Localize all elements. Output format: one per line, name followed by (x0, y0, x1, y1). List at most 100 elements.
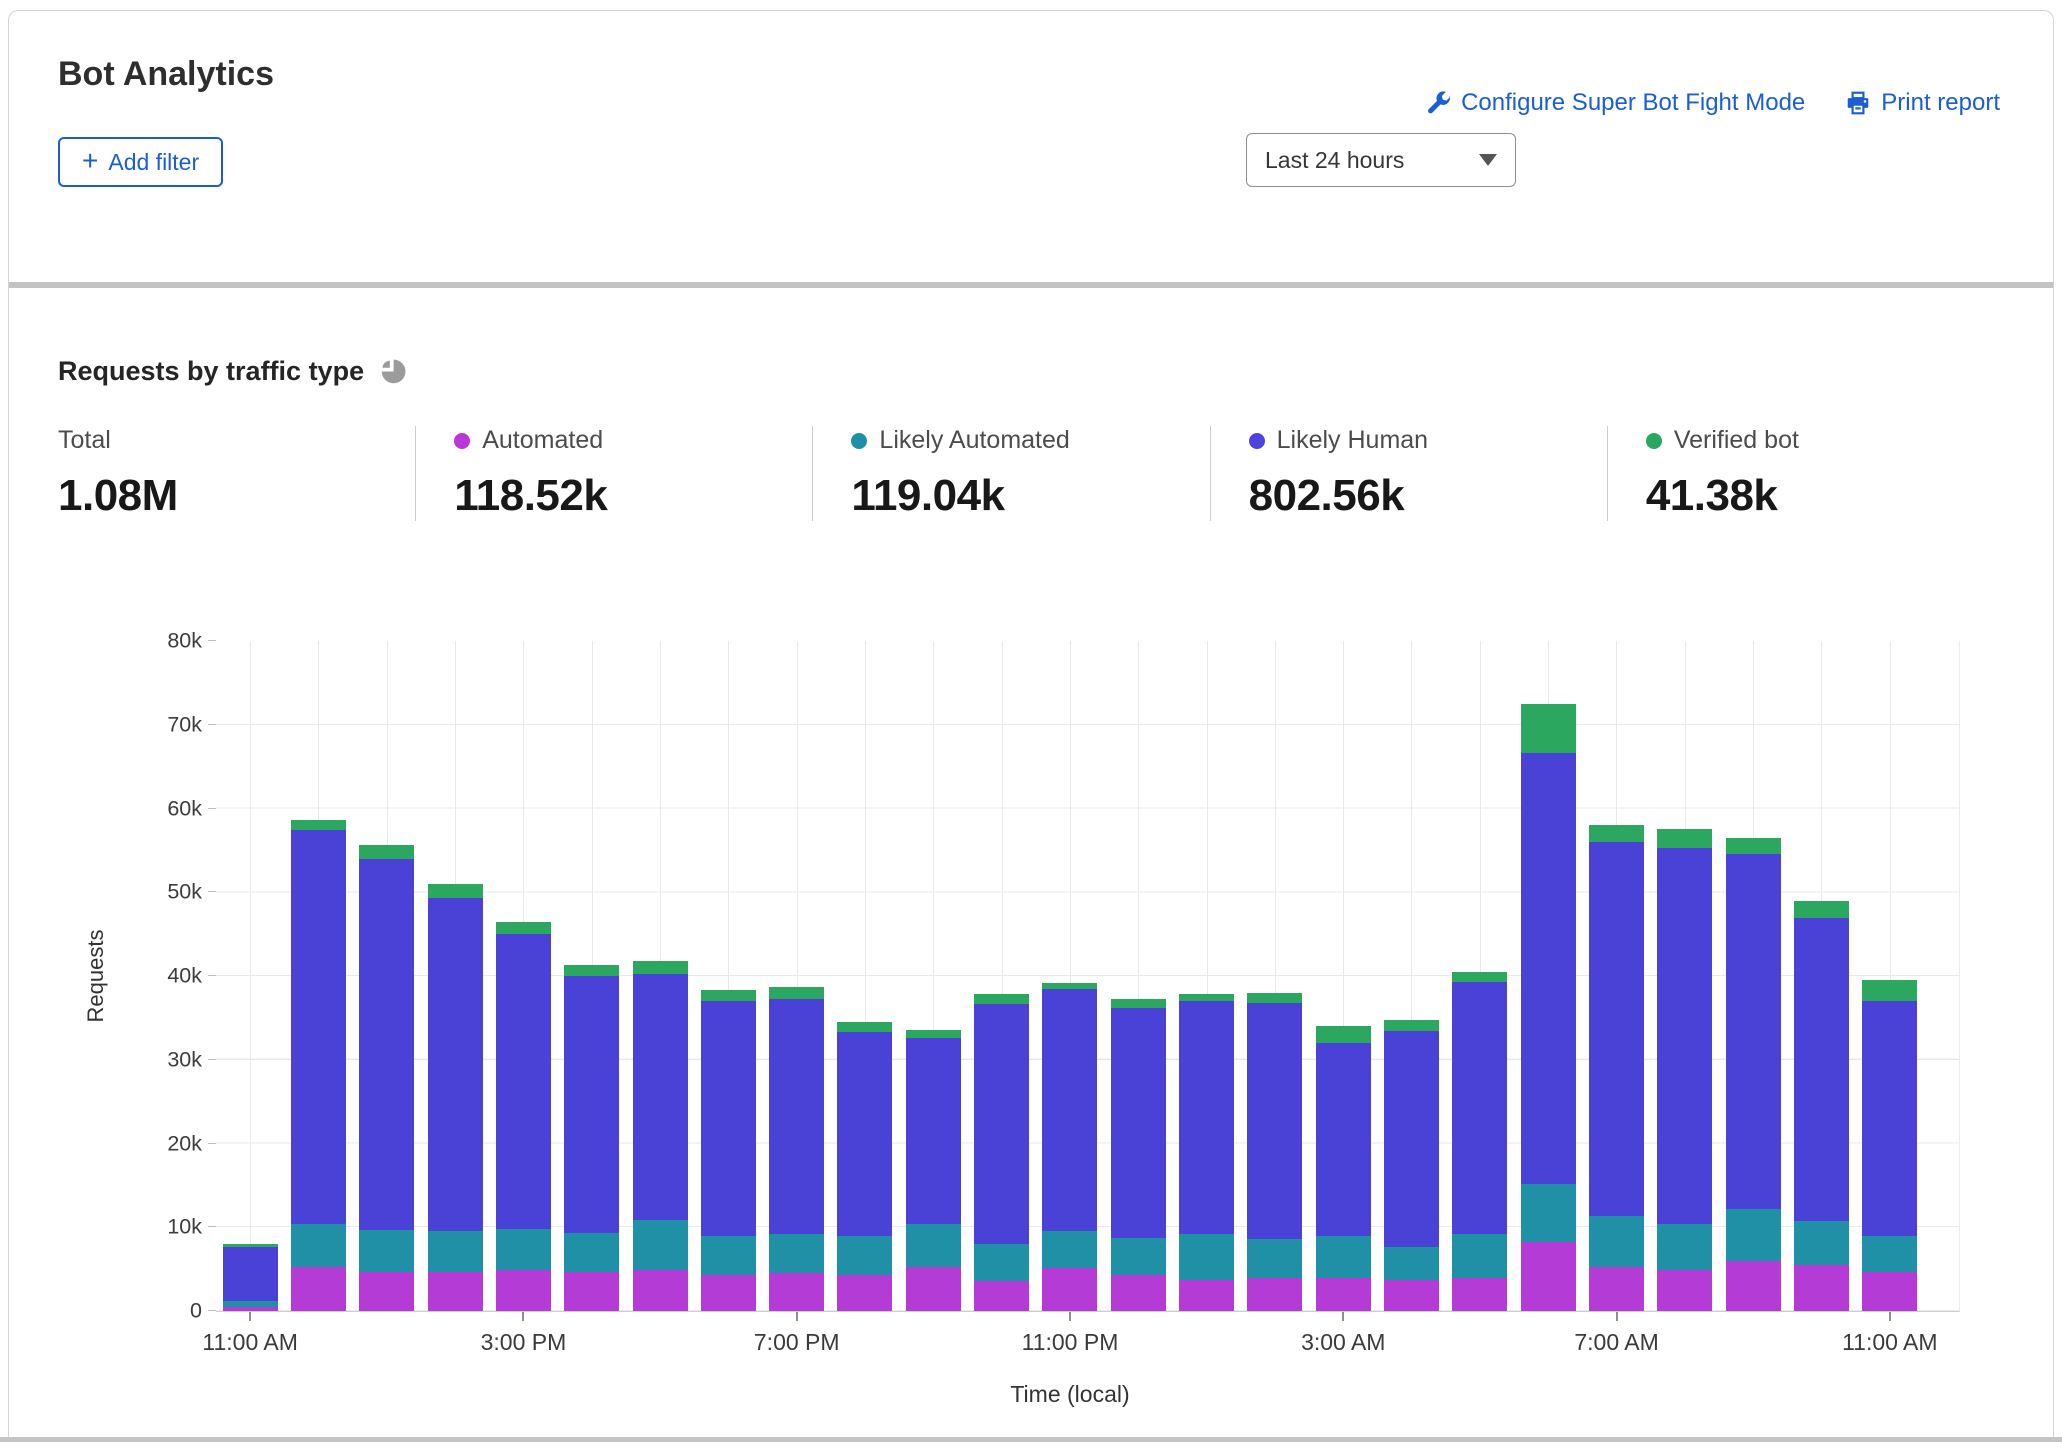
bar-slot (421, 641, 489, 1311)
bar-segment (564, 965, 619, 976)
requests-by-traffic-type-chart: Requests 010k20k30k40k50k60k70k80k 11:00… (216, 641, 1959, 1311)
stacked-bar (1316, 641, 1371, 1311)
stacked-bar (1452, 641, 1507, 1311)
bar-segment (1384, 1020, 1439, 1031)
stacked-bar (974, 641, 1029, 1311)
bar-segment (974, 1244, 1029, 1281)
x-axis: 11:00 AM3:00 PM7:00 PM11:00 PM3:00 AM7:0… (216, 1311, 1924, 1391)
bar-slot (1719, 641, 1787, 1311)
bar-segment (1657, 1224, 1712, 1270)
y-tick-label: 40k (167, 964, 202, 989)
y-axis-title: Requests (83, 930, 109, 1023)
bar-segment (1521, 753, 1576, 1183)
bar-slot (967, 641, 1035, 1311)
bar-segment (1111, 1008, 1166, 1238)
bar-slot (353, 641, 421, 1311)
bar-segment (769, 1273, 824, 1311)
bar-segment (291, 1267, 346, 1311)
section-title: Requests by traffic type (58, 356, 364, 387)
bar-segment (564, 976, 619, 1233)
x-tick-label: 11:00 AM (1842, 1329, 1937, 1356)
x-tick-label: 11:00 PM (1022, 1329, 1119, 1356)
stat-likely-automated: Likely Automated 119.04k (812, 426, 1209, 521)
bar-segment (1657, 1270, 1712, 1311)
stacked-bar (1042, 641, 1097, 1311)
stat-likely-automated-value: 119.04k (851, 471, 1199, 521)
bar-segment (359, 845, 414, 858)
bar-segment (1862, 980, 1917, 1001)
x-tick-label: 7:00 AM (1574, 1329, 1658, 1356)
printer-icon (1845, 90, 1871, 116)
plot-area (216, 641, 1960, 1312)
bar-slot (763, 641, 831, 1311)
bar-segment (359, 1230, 414, 1272)
bar-slot (1446, 641, 1514, 1311)
x-tick-mark (796, 1312, 798, 1321)
stat-verified-bot-value: 41.38k (1646, 471, 1994, 521)
x-tick-label: 3:00 AM (1301, 1329, 1385, 1356)
stacked-bar (1521, 641, 1576, 1311)
bar-segment (906, 1267, 961, 1311)
bar-segment (1179, 1234, 1234, 1280)
bar-segment (1657, 829, 1712, 847)
stacked-bar (1794, 641, 1849, 1311)
stacked-bar (633, 641, 688, 1311)
stacked-bar (1726, 641, 1781, 1311)
stacked-bar (1384, 641, 1439, 1311)
print-link-label: Print report (1881, 89, 2000, 117)
bar-slot (694, 641, 762, 1311)
y-tick-mark (208, 724, 216, 725)
bar-segment (1384, 1280, 1439, 1311)
y-tick-label: 50k (167, 880, 202, 905)
bar-slot (1309, 641, 1377, 1311)
bar-segment (1042, 989, 1097, 1232)
stacked-bar (496, 641, 551, 1311)
stacked-bar (769, 641, 824, 1311)
bar-segment (769, 987, 824, 999)
bar-segment (769, 999, 824, 1234)
section-title-row: Requests by traffic type (58, 356, 406, 387)
bar-segment (1726, 1209, 1781, 1261)
bar-segment (291, 830, 346, 1224)
bar-slot (1104, 641, 1172, 1311)
bar-segment (1247, 1003, 1302, 1239)
x-tick-mark (249, 1312, 251, 1321)
bar-segment (1452, 972, 1507, 982)
bar-segment (633, 961, 688, 974)
configure-super-bot-fight-mode-link[interactable]: Configure Super Bot Fight Mode (1425, 89, 1805, 117)
print-report-link[interactable]: Print report (1845, 89, 2000, 117)
bar-slot (216, 641, 284, 1311)
bar-segment (564, 1272, 619, 1311)
y-tick-label: 30k (167, 1047, 202, 1072)
bar-segment (1794, 1221, 1849, 1265)
bar-segment (428, 884, 483, 898)
bar-segment (564, 1233, 619, 1272)
bar-segment (1384, 1247, 1439, 1280)
stacked-bar (1589, 641, 1644, 1311)
bar-segment (291, 1224, 346, 1268)
stacked-bar (906, 641, 961, 1311)
stat-likely-human-value: 802.56k (1249, 471, 1597, 521)
wrench-icon (1425, 90, 1451, 116)
time-range-value: Last 24 hours (1265, 147, 1404, 174)
bot-analytics-panel: Bot Analytics Configure Super Bot Fight … (8, 10, 2054, 1438)
x-axis-title: Time (local) (1010, 1381, 1129, 1408)
bar-segment (633, 1270, 688, 1311)
bar-segment (1589, 825, 1644, 842)
bar-slot (1787, 641, 1855, 1311)
y-tick-mark (208, 1226, 216, 1227)
add-filter-button[interactable]: + Add filter (58, 137, 223, 187)
bar-segment (1452, 1278, 1507, 1311)
y-tick-label: 0 (190, 1299, 202, 1324)
stat-verified-bot: Verified bot 41.38k (1607, 426, 2004, 521)
stacked-bar (1247, 641, 1302, 1311)
time-range-select[interactable]: Last 24 hours (1246, 133, 1516, 187)
stacked-bar (428, 641, 483, 1311)
bar-segment (496, 934, 551, 1229)
bar-segment (1247, 993, 1302, 1003)
bar-segment (1452, 982, 1507, 1234)
bar-segment (701, 1001, 756, 1236)
y-tick-label: 70k (167, 712, 202, 737)
bar-segment (1247, 1239, 1302, 1278)
bar-segment (428, 1272, 483, 1311)
